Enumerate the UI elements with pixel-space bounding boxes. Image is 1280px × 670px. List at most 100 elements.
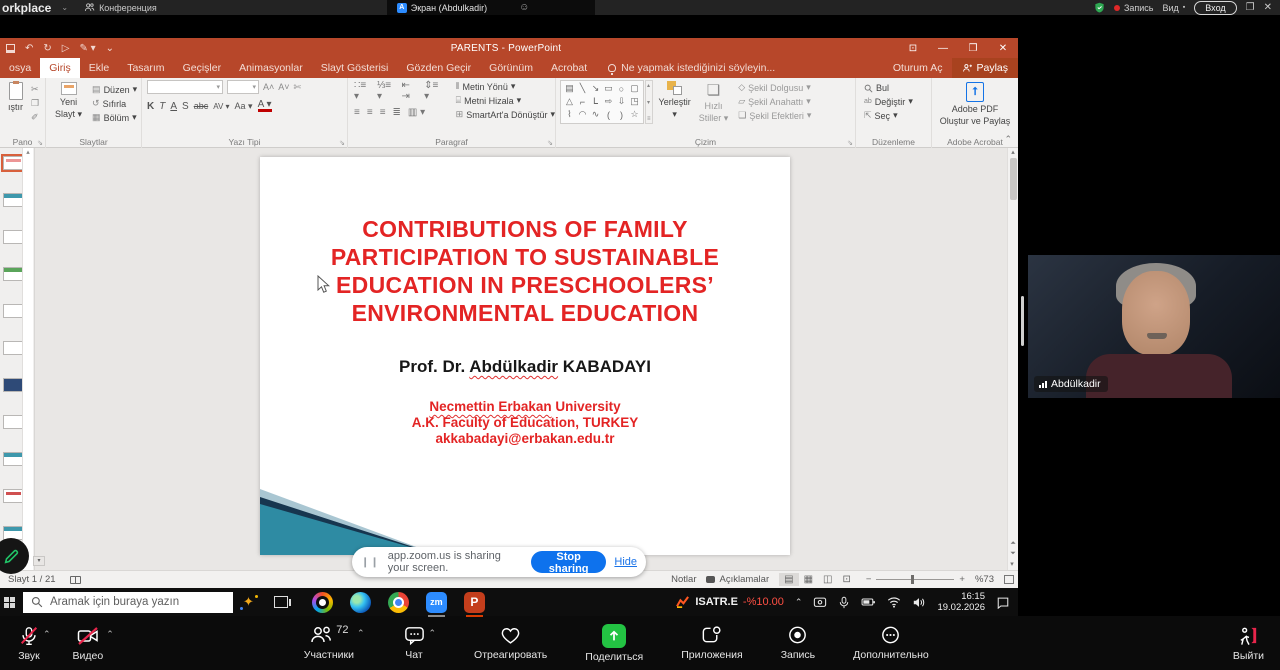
hide-link[interactable]: Hide [614, 556, 637, 568]
notes-button[interactable]: Notlar [671, 574, 696, 585]
tab-conference[interactable]: Конференция [74, 0, 167, 15]
shapes-scrollbar[interactable]: ▴▾≡ [645, 80, 653, 124]
copilot-app-icon[interactable] [312, 592, 333, 613]
share-screen-button[interactable]: Поделиться [585, 624, 643, 663]
tab-slideshow[interactable]: Slayt Gösterisi [312, 58, 398, 78]
save-icon[interactable] [6, 44, 15, 53]
columns-icon[interactable]: ▥ ▾ [408, 107, 425, 118]
participants-button[interactable]: 72 Участники [304, 624, 354, 661]
slide-thumbnail[interactable] [3, 489, 24, 503]
adobe-pdf-button[interactable]: ⭡ Adobe PDF Oluştur ve Paylaş [936, 82, 1015, 126]
indent-icons[interactable]: ⇤ ⇥ [402, 80, 418, 102]
layout-button[interactable]: ▤Düzen ▾ [92, 84, 137, 95]
chrome-app-icon[interactable] [388, 592, 409, 613]
italic-button[interactable]: T [159, 101, 165, 112]
normal-view-button[interactable]: ▤ [779, 573, 798, 586]
slide-thumbnail[interactable] [3, 378, 24, 392]
chat-chevron[interactable]: ⌃ [429, 628, 437, 639]
sign-in-button[interactable]: Oturum Aç [883, 62, 953, 74]
leave-button[interactable]: Выйти [1233, 625, 1264, 662]
minimize-icon[interactable]: — [928, 43, 958, 54]
new-slide-button[interactable]: YeniSlayt ▾ [51, 82, 86, 120]
dialog-launcher-icon[interactable]: ⇘ [847, 139, 853, 147]
section-button[interactable]: ▦Bölüm ▾ [92, 112, 137, 123]
chevron-down-icon[interactable]: ⌄ [61, 3, 68, 12]
arrange-button[interactable]: Yerleştir▾ [655, 78, 695, 124]
speaker-icon[interactable] [912, 596, 926, 609]
slide-thumbnail[interactable] [3, 304, 24, 318]
numbering-icon[interactable]: ⅓≡ ▾ [377, 80, 395, 102]
zoom-percent[interactable]: %73 [975, 574, 994, 585]
task-view-icon[interactable] [274, 596, 288, 608]
slide-thumbnail[interactable] [3, 415, 24, 429]
screen-record-icon[interactable] [813, 596, 827, 609]
cut-button[interactable]: ✂ [31, 84, 39, 95]
replace-button[interactable]: abDeğiştir ▾ [864, 96, 931, 107]
tray-expand-icon[interactable]: ⌃ [795, 597, 803, 608]
shadow-button[interactable]: S [182, 101, 189, 112]
login-button[interactable]: Вход [1194, 1, 1236, 15]
start-button-icon[interactable] [4, 597, 15, 608]
notification-center-icon[interactable] [996, 596, 1010, 609]
close-icon[interactable]: ✕ [1264, 2, 1272, 13]
participants-chevron[interactable]: ⌃ [357, 628, 365, 639]
tab-design[interactable]: Tasarım [118, 58, 173, 78]
tab-screen-share[interactable]: A Экран (Abdulkadir) ☺ [387, 0, 595, 15]
tab-animations[interactable]: Animasyonlar [230, 58, 312, 78]
align-center-icon[interactable]: ≡ [367, 107, 373, 118]
bullets-icon[interactable]: ∷≡ ▾ [354, 80, 370, 102]
reaction-smiley-icon[interactable]: ☺ [519, 2, 529, 13]
shapes-gallery[interactable]: ▤╲↘▭○▢ △⌐𝖫⇨⇩◳ ⌇◠∿()☆ [560, 80, 644, 124]
dialog-launcher-icon[interactable]: ⇘ [339, 139, 345, 147]
taskbar-clock[interactable]: 16:15 19.02.2026 [937, 591, 985, 613]
shape-fill-button[interactable]: ◇Şekil Dolgusu ▾ [738, 82, 811, 93]
view-menu[interactable]: Вид ▪ [1162, 3, 1185, 13]
undo-icon[interactable]: ↶ [25, 43, 33, 54]
battery-icon[interactable] [861, 596, 876, 608]
panel-scrollbar[interactable]: ▴ [22, 148, 33, 570]
wifi-icon[interactable] [887, 596, 901, 608]
record-button[interactable]: Запись [781, 624, 815, 661]
stop-sharing-button[interactable]: Stop sharing [531, 551, 606, 573]
dialog-launcher-icon[interactable]: ⇘ [547, 139, 553, 147]
tab-review[interactable]: Gözden Geçir [397, 58, 480, 78]
tab-acrobat[interactable]: Acrobat [542, 58, 596, 78]
audio-options-chevron[interactable]: ⌃ [43, 629, 51, 640]
shape-outline-button[interactable]: ▱Şekil Anahattı ▾ [738, 96, 811, 107]
proofing-icon[interactable] [70, 576, 81, 584]
quick-styles-button[interactable]: ❏ HızlıStiller ▾ [695, 78, 733, 124]
touch-mode-icon[interactable]: ✎ ▾ [79, 43, 95, 54]
stock-ticker-widget[interactable]: ISATR.E -%10.00 [676, 596, 784, 608]
tell-me-search[interactable]: Ne yapmak istediğinizi söyleyin... [608, 62, 775, 74]
bold-button[interactable]: K [147, 101, 154, 112]
slide-sorter-view-button[interactable]: ▦ [799, 573, 818, 586]
slide-thumbnail[interactable] [3, 267, 24, 281]
reading-view-button[interactable]: ◫ [818, 573, 837, 586]
slide-canvas[interactable]: CONTRIBUTIONS OF FAMILY PARTICIPATION TO… [260, 157, 790, 555]
line-spacing-icon[interactable]: ⇕≡ ▾ [424, 80, 442, 102]
format-painter-button[interactable]: ✐ [31, 112, 39, 123]
font-size-combo[interactable]: ▾ [227, 80, 259, 94]
find-button[interactable]: Bul [864, 83, 931, 93]
restore-icon[interactable]: ❐ [958, 43, 988, 54]
react-button[interactable]: Отреагировать [474, 624, 547, 661]
slide-thumbnail[interactable] [3, 452, 24, 466]
slide-thumbnail[interactable] [3, 230, 24, 244]
annotation-dropdown-icon[interactable]: ▾ [33, 556, 45, 566]
slide-thumbnail[interactable] [3, 156, 24, 170]
tab-transitions[interactable]: Geçişler [174, 58, 231, 78]
zoom-app-icon[interactable]: zm [426, 592, 447, 613]
slideshow-view-button[interactable]: ⊡ [837, 573, 855, 586]
vertical-scrollbar[interactable]: ▴ ⏶ ⏷ ▾ [1007, 148, 1018, 570]
audio-button[interactable]: Звук [18, 625, 40, 662]
paste-button[interactable]: ıştır [4, 82, 27, 112]
qat-customize-icon[interactable]: ⌄ [106, 43, 114, 54]
copy-button[interactable]: ❐ [31, 98, 39, 109]
copilot-sparkle-icon[interactable]: ✦ [243, 594, 254, 610]
edge-app-icon[interactable] [350, 592, 371, 613]
dialog-launcher-icon[interactable]: ⇘ [37, 139, 43, 147]
tab-insert[interactable]: Ekle [80, 58, 118, 78]
align-text-button[interactable]: ⌸Metni Hizala ▾ [456, 95, 555, 106]
popout-window-icon[interactable]: ❐ [1246, 2, 1255, 13]
underline-button[interactable]: A [170, 101, 177, 112]
